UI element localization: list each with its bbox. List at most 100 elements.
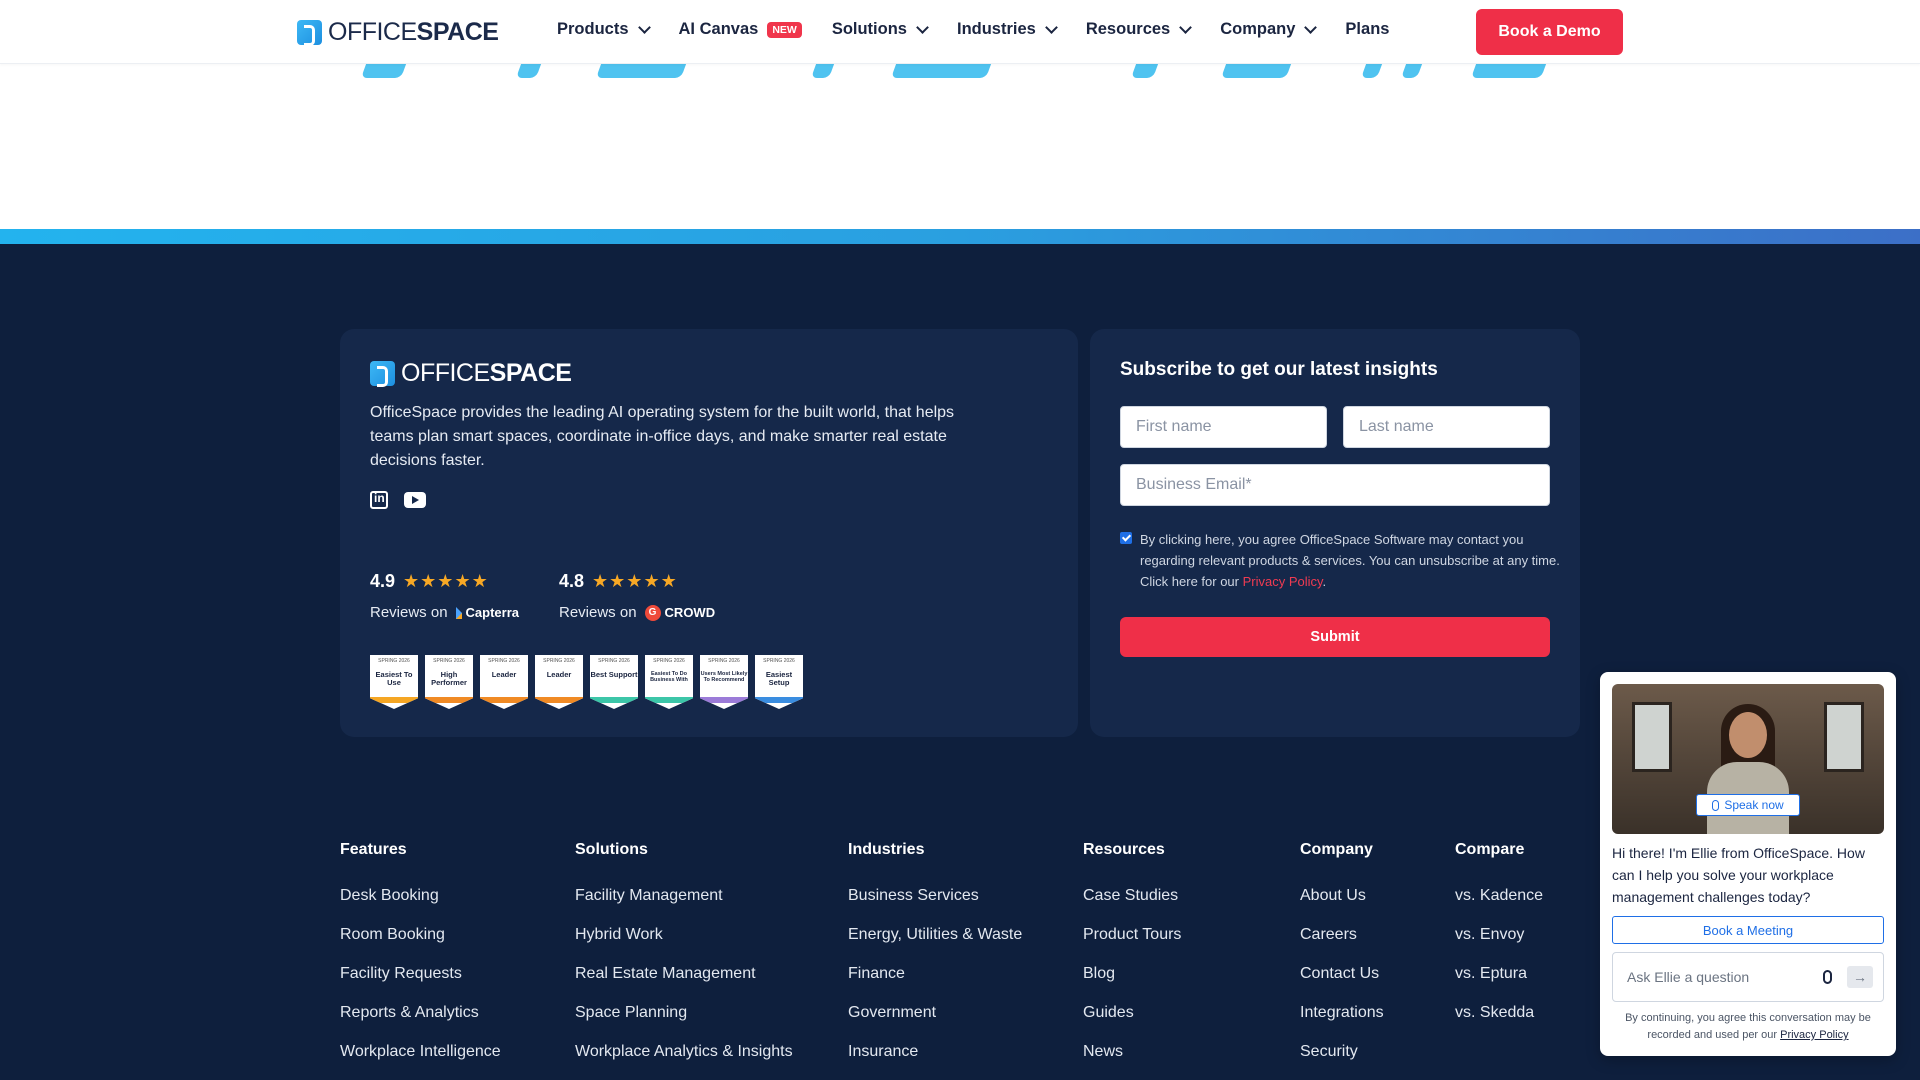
footer-link[interactable]: Workplace Analytics & Insights [575,1043,815,1062]
subscribe-title: Subscribe to get our latest insights [1120,359,1438,380]
reviews-on-label: Reviews on [370,604,448,621]
ask-question-input[interactable] [1613,953,1813,1001]
footer-link[interactable]: News [1083,1043,1323,1062]
footer-link[interactable]: Guides [1083,1004,1323,1023]
subscribe-card: Subscribe to get our latest insights By … [1090,329,1580,737]
privacy-policy-link[interactable]: Privacy Policy [1243,574,1323,589]
microphone-icon [1712,799,1720,811]
capterra-logo: Capterra [455,605,519,620]
g2-badge: SPRING 2026 Leader [535,655,583,709]
business-email-input[interactable] [1120,464,1550,506]
linkedin-icon[interactable] [370,491,388,509]
footer-link[interactable]: Space Planning [575,1004,815,1023]
logo-wordmark: OFFICESPACE [328,18,499,46]
column-heading: Industries [848,841,925,858]
features-column: Features Desk Booking Room Booking Facil… [340,841,580,1080]
footer-link[interactable]: vs. Eptura [1455,965,1585,984]
submit-button[interactable]: Submit [1120,617,1550,657]
assistant-video[interactable]: Speak now [1612,684,1884,834]
chat-legal-text: By continuing, you agree this conversati… [1625,1012,1871,1041]
officespace-logo-icon [370,361,395,387]
social-links [370,491,426,509]
chevron-down-icon [637,20,651,34]
about-card: OFFICESPACE OfficeSpace provides the lea… [340,329,1078,737]
gradient-divider [0,229,1920,244]
footer-logo[interactable]: OFFICESPACE [370,359,572,388]
footer-link[interactable]: vs. Kadence [1455,887,1585,906]
send-arrow-icon[interactable]: → [1847,966,1873,988]
reviews-on-label: Reviews on [559,604,637,621]
nav-industries[interactable]: Industries [957,20,1058,39]
footer-link[interactable]: Blog [1083,965,1323,984]
chevron-down-icon [916,20,929,34]
footer-link[interactable]: Finance [848,965,1088,984]
nav-ai-canvas[interactable]: AI Canvas NEW [679,20,802,39]
footer-link[interactable]: Facility Management [575,887,815,906]
star-rating-icons: ★★★★★ [592,571,678,591]
footer-link[interactable]: Room Booking [340,926,580,945]
officespace-logo-icon [297,20,322,46]
site-header: OFFICESPACE Products AI Canvas NEW Soluti… [0,0,1920,64]
g2-rating[interactable]: 4.8 ★★★★★ Reviews on G CROWD [559,571,715,621]
footer-link[interactable]: Facility Requests [340,965,580,984]
footer-link[interactable]: Hybrid Work [575,926,815,945]
assistant-message: Hi there! I'm Ellie from OfficeSpace. Ho… [1612,845,1865,905]
footer-link[interactable]: Insurance [848,1043,1088,1062]
solutions-column: Solutions Facility Management Hybrid Wor… [575,841,815,1080]
new-badge: NEW [767,21,802,38]
speak-now-button[interactable]: Speak now [1696,794,1800,816]
footer-link[interactable]: Security [1300,1043,1540,1062]
book-meeting-button[interactable]: Book a Meeting [1612,916,1884,944]
nav-resources[interactable]: Resources [1086,20,1193,39]
footer-link[interactable]: Government [848,1004,1088,1023]
nav-plans[interactable]: Plans [1345,20,1389,39]
star-rating-icons: ★★★★★ [403,571,489,591]
capterra-rating[interactable]: 4.9 ★★★★★ Reviews on Capterra [370,571,519,621]
column-heading: Compare [1455,841,1525,858]
background-window [1632,702,1672,772]
chat-input-box: → [1612,952,1884,1002]
footer-link[interactable]: Real Estate Management [575,965,815,984]
rating-score: 4.9 [370,571,396,591]
first-name-input[interactable] [1120,406,1327,448]
footer-link[interactable]: Case Studies [1083,887,1323,906]
resources-column: Resources Case Studies Product Tours Blo… [1083,841,1323,1080]
consent-checkbox[interactable] [1120,532,1132,544]
column-heading: Resources [1083,841,1165,858]
footer-link[interactable]: Product Tours [1083,926,1323,945]
microphone-icon[interactable] [1823,970,1832,984]
industries-column: Industries Business Services Energy, Uti… [848,841,1088,1080]
capterra-icon [455,606,462,619]
g2-badge: SPRING 2026 Leader [480,655,528,709]
g2-badge: SPRING 2026 Easiest Setup [755,655,803,709]
footer-link[interactable]: Energy, Utilities & Waste [848,926,1088,945]
footer-link[interactable]: Desk Booking [340,887,580,906]
g2-badge: SPRING 2026 Users Most Likely To Recommen… [700,655,748,709]
g2-crowd-logo: G CROWD [644,604,715,621]
footer-link[interactable]: Reports & Analytics [340,1004,580,1023]
chat-privacy-link[interactable]: Privacy Policy [1780,1029,1848,1041]
logo-wordmark: OFFICESPACE [401,359,572,387]
nav-company[interactable]: Company [1220,20,1318,39]
last-name-input[interactable] [1343,406,1550,448]
g2-badge: SPRING 2026 Easiest To Use [370,655,418,709]
footer-link[interactable]: Workplace Intelligence [340,1043,580,1062]
book-demo-button[interactable]: Book a Demo [1476,9,1623,55]
footer-link[interactable]: vs. Skedda [1455,1004,1585,1023]
background-window [1824,702,1864,772]
nav-solutions[interactable]: Solutions [832,20,929,39]
chat-widget: Speak now Hi there! I'm Ellie from Offic… [1600,672,1896,1056]
compare-column: Compare vs. Kadence vs. Envoy vs. Eptura… [1455,841,1585,1043]
officespace-logo[interactable]: OFFICESPACE [297,18,499,47]
chevron-down-icon [1179,20,1193,34]
nav-products[interactable]: Products [557,20,651,39]
g2-badge: SPRING 2026 Easiest To Do Business With [645,655,693,709]
main-nav: Products AI Canvas NEW Solutions Industri… [557,20,1419,39]
footer-link[interactable]: Business Services [848,887,1088,906]
consent-row: By clicking here, you agree OfficeSpace … [1120,529,1560,592]
footer-link[interactable]: vs. Envoy [1455,926,1585,945]
rating-score: 4.8 [559,571,585,591]
company-description: OfficeSpace provides the leading AI oper… [370,404,955,469]
youtube-icon[interactable] [404,492,426,508]
decorative-graphic [355,64,1565,80]
